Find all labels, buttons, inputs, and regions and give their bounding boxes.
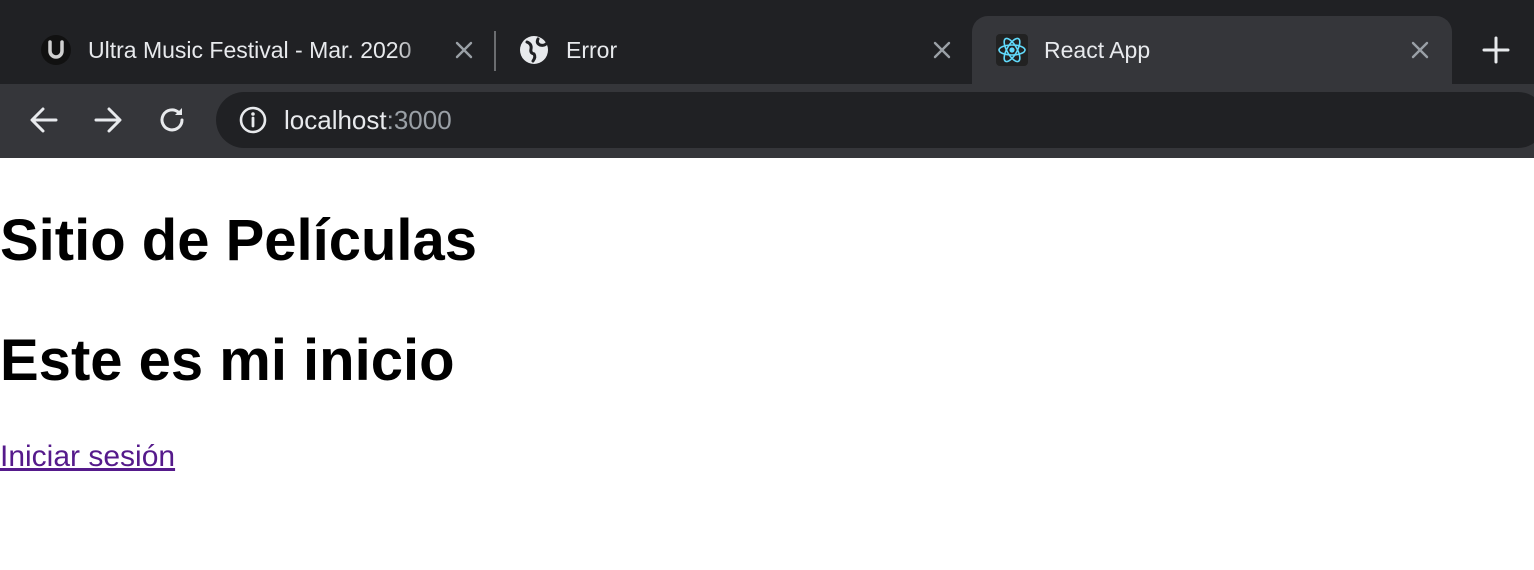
info-icon[interactable] [238, 105, 268, 135]
page-title: Sitio de Películas [0, 208, 478, 273]
address-bar[interactable]: localhost:3000 [216, 92, 1534, 148]
tab-title: React App [1044, 36, 1151, 63]
url-host: localhost [284, 104, 387, 135]
close-tab-icon[interactable] [1404, 34, 1436, 66]
url-port: :3000 [386, 104, 452, 135]
browser-toolbar: localhost:3000 [0, 84, 1534, 158]
url-text: localhost:3000 [284, 105, 452, 136]
reload-icon [160, 108, 184, 132]
tab-separator [494, 31, 496, 71]
tab-title: Error [566, 36, 618, 63]
back-button[interactable] [24, 100, 64, 140]
page-subtitle: Este es mi inicio [0, 328, 455, 393]
tab-error[interactable]: Error [502, 16, 964, 84]
browser-chrome: Ultra Music Festival - Mar. 2020 Error R… [0, 0, 1534, 158]
react-icon [996, 34, 1028, 66]
tab-react-app[interactable]: React App [972, 16, 1452, 84]
close-tab-icon[interactable] [448, 34, 480, 66]
tab-strip: Ultra Music Festival - Mar. 2020 Error R… [0, 0, 1534, 84]
plus-icon [1482, 36, 1510, 64]
tab-title: Ultra Music Festival - Mar. 2020 [88, 36, 412, 63]
ultra-logo-icon [40, 34, 72, 66]
reload-button[interactable] [152, 100, 192, 140]
login-link[interactable]: Iniciar sesión [0, 440, 175, 474]
new-tab-button[interactable] [1478, 32, 1514, 68]
tab-ultra-music-festival[interactable]: Ultra Music Festival - Mar. 2020 [24, 16, 486, 84]
arrow-left-icon [30, 107, 58, 133]
arrow-right-icon [94, 107, 122, 133]
forward-button[interactable] [88, 100, 128, 140]
close-tab-icon[interactable] [926, 34, 958, 66]
globe-icon [518, 34, 550, 66]
